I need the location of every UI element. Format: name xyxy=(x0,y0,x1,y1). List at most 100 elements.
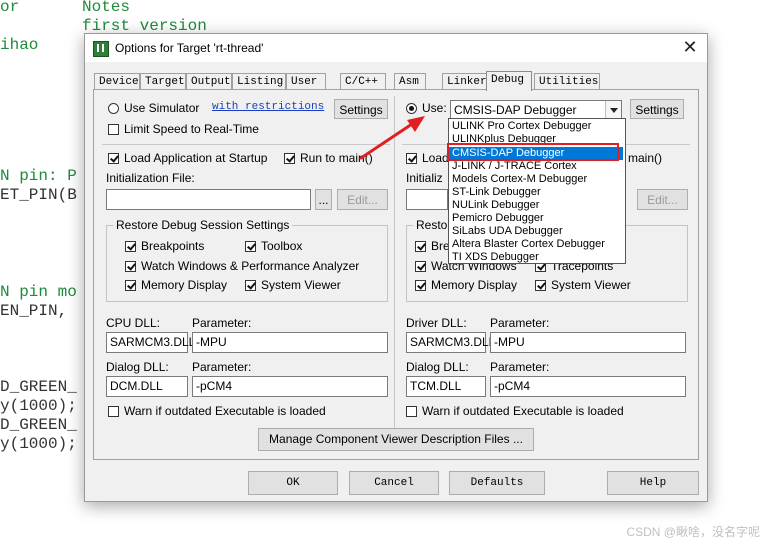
debugger-option[interactable]: J-LINK / J-TRACE Cortex xyxy=(449,160,623,173)
debugger-option[interactable]: Models Cortex-M Debugger xyxy=(449,173,623,186)
init-file-edit-button[interactable]: Edit... xyxy=(337,189,388,210)
cpu-dll-label: CPU DLL: xyxy=(106,316,161,330)
debugger-option[interactable]: SiLabs UDA Debugger xyxy=(449,225,623,238)
debugger-option[interactable]: TI XDS Debugger xyxy=(449,251,623,263)
code-notes: Notes xyxy=(82,0,131,16)
cancel-button[interactable]: Cancel xyxy=(349,471,439,495)
right-init-file-edit-button[interactable]: Edit... xyxy=(637,189,688,210)
dialog-title: Options for Target 'rt-thread' xyxy=(115,41,264,55)
manage-component-viewer-button[interactable]: Manage Component Viewer Description File… xyxy=(258,428,534,451)
tab-utilities[interactable]: Utilities xyxy=(534,73,600,90)
right-warn-outdated-label: Warn if outdated Executable is loaded xyxy=(422,404,624,418)
defaults-button[interactable]: Defaults xyxy=(449,471,545,495)
debugger-settings-button[interactable]: Settings xyxy=(630,99,684,119)
memory-display-checkbox[interactable] xyxy=(125,280,136,291)
right-dialog-param-label: Parameter: xyxy=(490,360,550,374)
help-button[interactable]: Help xyxy=(607,471,699,495)
use-simulator-radio[interactable] xyxy=(108,103,119,114)
dialog-dll-field[interactable]: DCM.DLL xyxy=(106,376,188,397)
right-watch-windows-checkbox[interactable] xyxy=(415,261,426,272)
right-memory-display-checkbox[interactable] xyxy=(415,280,426,291)
divider xyxy=(102,144,390,145)
load-app-checkbox[interactable] xyxy=(108,153,119,164)
debugger-select-value: CMSIS-DAP Debugger xyxy=(454,103,577,117)
tab-listing[interactable]: Listing xyxy=(232,73,286,90)
code-fragment: y(1000); xyxy=(0,397,77,415)
right-init-file-input[interactable] xyxy=(406,189,448,210)
right-warn-outdated-checkbox[interactable] xyxy=(406,406,417,417)
restore-settings-group: Restore Debug Session Settings Breakpoin… xyxy=(106,218,388,302)
breakpoints-label: Breakpoints xyxy=(141,239,205,253)
right-run-to-main-label: main() xyxy=(628,151,663,165)
debugger-option[interactable]: NULink Debugger xyxy=(449,199,623,212)
driver-dll-field[interactable]: SARMCM3.DLL xyxy=(406,332,495,353)
limit-speed-label: Limit Speed to Real-Time xyxy=(124,122,259,136)
highlight-box xyxy=(447,143,619,161)
tab-target[interactable]: Target xyxy=(140,73,186,90)
code-fragment: ihao xyxy=(0,36,39,54)
driver-param-field[interactable]: -MPU xyxy=(490,332,686,353)
close-icon[interactable]: ✕ xyxy=(681,37,699,58)
tab-debug[interactable]: Debug xyxy=(486,71,532,91)
restore-group-title: Restore Debug Session Settings xyxy=(113,218,293,232)
tab-output[interactable]: Output xyxy=(186,73,232,90)
debugger-option[interactable]: ULINK Pro Cortex Debugger xyxy=(449,120,623,133)
init-file-input[interactable] xyxy=(106,189,311,210)
debugger-option[interactable]: Pemicro Debugger xyxy=(449,212,623,225)
dialog-dll-label: Dialog DLL: xyxy=(106,360,169,374)
watermark: CSDN @瞅啥，没名字呢 xyxy=(626,525,760,539)
system-viewer-checkbox[interactable] xyxy=(245,280,256,291)
warn-outdated-label: Warn if outdated Executable is loaded xyxy=(124,404,326,418)
right-memory-display-label: Memory Display xyxy=(431,278,518,292)
right-breakpoints-label: Bre xyxy=(431,239,450,253)
code-fragment: ET_PIN(B xyxy=(0,186,77,204)
keil-app-icon xyxy=(93,41,109,57)
cpu-dll-field[interactable]: SARMCM3.DLL xyxy=(106,332,195,353)
driver-param-label: Parameter: xyxy=(490,316,550,330)
watch-windows-label: Watch Windows & Performance Analyzer xyxy=(141,259,360,273)
tab-asm[interactable]: Asm xyxy=(394,73,426,90)
toolbox-label: Toolbox xyxy=(261,239,303,253)
dialog-param-label: Parameter: xyxy=(192,360,252,374)
code-fragment: D_GREEN_ xyxy=(0,378,77,396)
debugger-dropdown-list: ULINK Pro Cortex Debugger ULINKplus Debu… xyxy=(448,118,626,264)
right-init-file-label: Initializ xyxy=(406,171,443,185)
tab-c-cpp[interactable]: C/C++ xyxy=(340,73,386,90)
warn-outdated-checkbox[interactable] xyxy=(108,406,119,417)
debugger-select[interactable]: CMSIS-DAP Debugger xyxy=(450,100,622,120)
annotation-arrow-icon xyxy=(359,116,425,160)
memory-display-label: Memory Display xyxy=(141,278,228,292)
right-system-viewer-checkbox[interactable] xyxy=(535,280,546,291)
ok-button[interactable]: OK xyxy=(248,471,338,495)
right-dialog-param-field[interactable]: -pCM4 xyxy=(490,376,686,397)
code-fragment: D_GREEN_ xyxy=(0,416,77,434)
code-fragment: or xyxy=(0,0,20,16)
code-fragment: y(1000); xyxy=(0,435,77,453)
right-dialog-dll-field[interactable]: TCM.DLL xyxy=(406,376,486,397)
toolbox-checkbox[interactable] xyxy=(245,241,256,252)
chevron-down-icon[interactable] xyxy=(605,101,621,119)
code-fragment: N pin: P xyxy=(0,167,77,185)
right-dialog-dll-label: Dialog DLL: xyxy=(406,360,469,374)
limit-speed-checkbox[interactable] xyxy=(108,124,119,135)
run-to-main-checkbox[interactable] xyxy=(284,153,295,164)
tab-device[interactable]: Device xyxy=(94,73,140,90)
code-fragment: N pin mo xyxy=(0,283,77,301)
watch-windows-checkbox[interactable] xyxy=(125,261,136,272)
right-breakpoints-checkbox[interactable] xyxy=(415,241,426,252)
breakpoints-checkbox[interactable] xyxy=(125,241,136,252)
driver-dll-label: Driver DLL: xyxy=(406,316,467,330)
system-viewer-label: System Viewer xyxy=(261,278,341,292)
dialog-param-field[interactable]: -pCM4 xyxy=(192,376,388,397)
dialog-titlebar[interactable]: Options for Target 'rt-thread' ✕ xyxy=(85,34,707,62)
options-dialog: Options for Target 'rt-thread' ✕ Device … xyxy=(84,33,708,502)
debugger-option[interactable]: ST-Link Debugger xyxy=(449,186,623,199)
init-file-browse-button[interactable]: ... xyxy=(315,189,332,210)
cpu-param-label: Parameter: xyxy=(192,316,252,330)
with-restrictions-link[interactable]: with restrictions xyxy=(212,101,324,113)
debugger-option[interactable]: Altera Blaster Cortex Debugger xyxy=(449,238,623,251)
tab-user[interactable]: User xyxy=(286,73,326,90)
cpu-param-field[interactable]: -MPU xyxy=(192,332,388,353)
right-system-viewer-label: System Viewer xyxy=(551,278,631,292)
tab-linker[interactable]: Linker xyxy=(442,73,488,90)
